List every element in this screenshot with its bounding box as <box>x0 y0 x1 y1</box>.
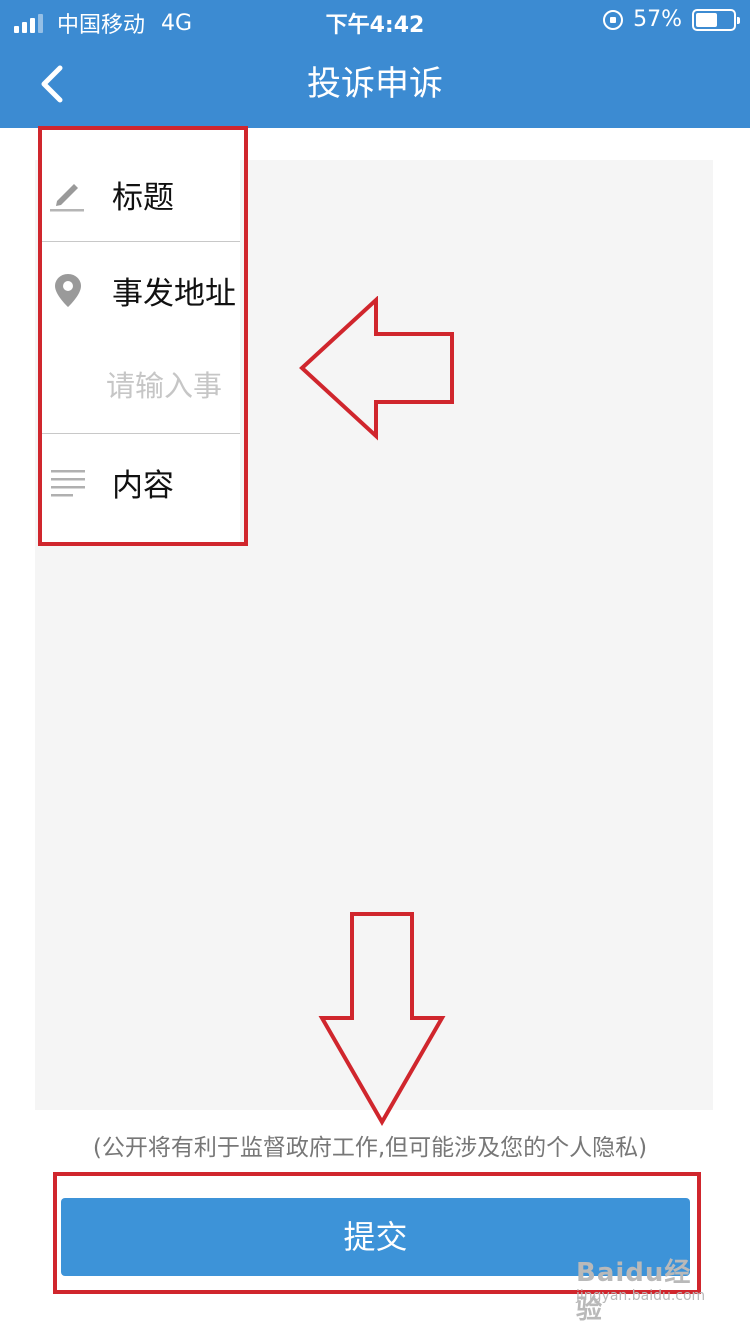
battery-icon <box>692 8 740 31</box>
orientation-lock-icon <box>603 9 624 30</box>
annotation-arrow-left-icon <box>299 296 454 441</box>
privacy-note: (公开将有利于监督政府工作,但可能涉及您的个人隐私) <box>92 1135 648 1161</box>
status-right: 57% <box>603 7 740 32</box>
annotation-arrow-down-icon <box>318 912 446 1126</box>
battery-percent: 57% <box>633 7 682 32</box>
battery-fill <box>696 12 717 27</box>
chevron-left-icon[interactable] <box>34 64 74 104</box>
annotation-box-form <box>38 126 248 546</box>
nav-bar: 投诉申诉 <box>0 40 750 128</box>
page-title: 投诉申诉 <box>307 64 443 104</box>
watermark-logo: Baidu经验 jingyan.baidu.com <box>576 1252 708 1325</box>
status-bar: 中国移动 4G 下午4:42 57% <box>0 0 750 40</box>
watermark-site: jingyan.baidu.com <box>576 1288 706 1304</box>
